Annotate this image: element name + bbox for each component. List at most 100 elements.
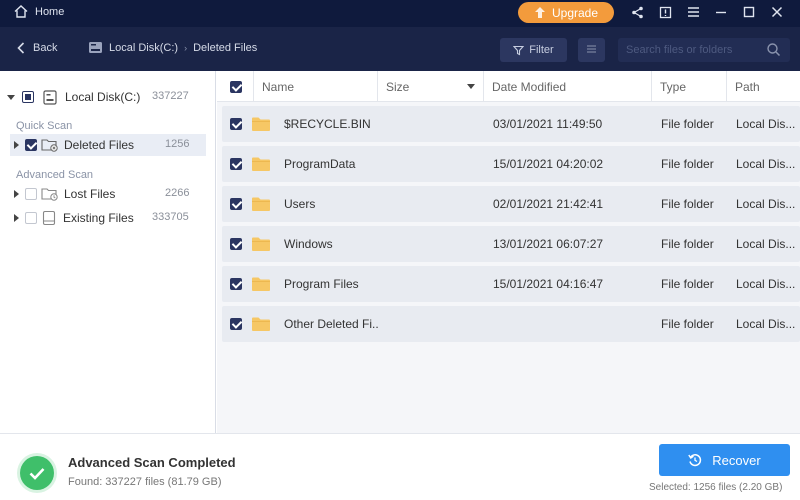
cell-size: [383, 106, 483, 142]
search-box: [618, 38, 790, 62]
row-checkbox[interactable]: [230, 278, 242, 290]
table-row[interactable]: ProgramData 15/01/2021 04:20:02 File folde…: [222, 146, 800, 182]
select-all-checkbox[interactable]: [230, 80, 242, 93]
share-icon[interactable]: [629, 4, 645, 20]
column-header-type[interactable]: Type: [652, 71, 727, 102]
menu-icon[interactable]: [685, 4, 701, 20]
cell-path: Local Dis...: [736, 117, 796, 131]
column-header-date[interactable]: Date Modified: [484, 71, 652, 102]
cell-name: $RECYCLE.BIN: [284, 117, 371, 131]
minimize-icon[interactable]: [713, 4, 729, 20]
cell-type: File folder: [661, 157, 714, 171]
back-arrow-icon: [17, 42, 25, 54]
advanced-scan-label: Advanced Scan: [16, 169, 94, 181]
table-row[interactable]: $RECYCLE.BIN 03/01/2021 11:49:50 File fold…: [222, 106, 800, 142]
row-checkbox[interactable]: [230, 118, 242, 130]
recover-button[interactable]: Recover: [659, 444, 790, 476]
folder-icon: [251, 146, 279, 182]
tree-item-existing-files[interactable]: Existing Files 333705: [10, 207, 206, 229]
cell-name: Other Deleted Fi...: [284, 317, 379, 331]
close-icon[interactable]: [769, 4, 785, 20]
disk-icon: [43, 89, 57, 105]
row-checkbox[interactable]: [230, 158, 242, 170]
row-checkbox[interactable]: [230, 238, 242, 250]
cell-path: Local Dis...: [736, 317, 796, 331]
status-bar: Advanced Scan Completed Found: 337227 fi…: [0, 433, 800, 500]
breadcrumb-item-deleted[interactable]: Deleted Files: [193, 42, 257, 54]
lost-folder-icon: [41, 188, 58, 201]
cell-date-modified: 15/01/2021 04:16:47: [493, 277, 604, 291]
breadcrumb: Local Disk(C:) › Deleted Files: [88, 40, 257, 55]
checkbox[interactable]: [25, 139, 37, 151]
item-count: 2266: [165, 187, 190, 199]
feedback-icon[interactable]: [657, 4, 673, 20]
checkbox[interactable]: [25, 212, 37, 224]
cell-path: Local Dis...: [736, 237, 796, 251]
expand-icon[interactable]: [7, 94, 15, 100]
search-icon[interactable]: [766, 42, 781, 57]
checkbox[interactable]: [22, 91, 34, 103]
expand-icon[interactable]: [14, 141, 19, 149]
tree-label: Lost Files: [64, 187, 116, 201]
cell-size: [383, 146, 483, 182]
table-row[interactable]: Program Files 15/01/2021 04:16:47 File fol…: [222, 266, 800, 302]
maximize-icon[interactable]: [741, 4, 757, 20]
cell-type: File folder: [661, 117, 714, 131]
folder-icon: [251, 186, 279, 222]
upgrade-label: Upgrade: [551, 5, 599, 20]
checkbox[interactable]: [25, 188, 37, 200]
cell-size: [383, 226, 483, 262]
row-checkbox[interactable]: [230, 198, 242, 210]
folder-icon: [251, 106, 279, 142]
cell-name: Program Files: [284, 277, 359, 291]
table-row[interactable]: Windows 13/01/2021 06:07:27 File folder Loc…: [222, 226, 800, 262]
cell-type: File folder: [661, 277, 714, 291]
filter-label: Filter: [529, 44, 554, 56]
column-header-path[interactable]: Path: [727, 71, 800, 102]
home-button[interactable]: Home: [14, 5, 64, 18]
tree-label: Deleted Files: [64, 138, 135, 152]
column-header-name[interactable]: Name: [254, 71, 378, 102]
tree-item-deleted-files[interactable]: Deleted Files 1256: [10, 134, 206, 156]
filter-button[interactable]: Filter: [500, 38, 567, 62]
cell-path: Local Dis...: [736, 157, 796, 171]
search-input[interactable]: [626, 41, 766, 59]
cell-path: Local Dis...: [736, 197, 796, 211]
deleted-folder-icon: [41, 139, 58, 152]
table-header: Name Size Date Modified Type Path: [217, 71, 800, 102]
cell-name: Users: [284, 197, 316, 211]
tree-item-lost-files[interactable]: Lost Files 2266: [10, 183, 206, 205]
breadcrumb-item-disk[interactable]: Local Disk(C:): [109, 42, 178, 54]
sort-desc-icon: [467, 84, 475, 89]
cell-date-modified: 15/01/2021 04:20:02: [493, 157, 604, 171]
row-checkbox[interactable]: [230, 318, 242, 330]
expand-icon[interactable]: [14, 190, 19, 198]
scan-status-title: Advanced Scan Completed: [68, 455, 236, 470]
back-button[interactable]: Back: [17, 42, 57, 54]
cell-date-modified: [493, 306, 653, 342]
expand-icon[interactable]: [14, 214, 19, 222]
breadcrumb-separator-icon: ›: [184, 42, 188, 53]
success-check-icon: [20, 456, 54, 490]
home-icon: [14, 5, 28, 18]
tree-label: Local Disk(C:): [65, 90, 141, 104]
cell-date-modified: 03/01/2021 11:49:50: [493, 117, 603, 131]
location-tree: Local Disk(C:) 337227 Quick Scan Deleted…: [0, 71, 216, 433]
cell-type: File folder: [661, 237, 714, 251]
upgrade-button[interactable]: Upgrade: [518, 2, 614, 23]
table-row[interactable]: Other Deleted Fi... File folder Local Dis.…: [222, 306, 800, 342]
tree-label: Existing Files: [63, 211, 134, 225]
nav-bar: Back Local Disk(C:) › Deleted Files Filt…: [0, 27, 800, 71]
cell-path: Local Dis...: [736, 277, 796, 291]
item-count: 337227: [152, 90, 189, 102]
table-row[interactable]: Users 02/01/2021 21:42:41 File folder Local…: [222, 186, 800, 222]
item-count: 333705: [152, 211, 189, 223]
disk-icon: [89, 42, 102, 53]
file-table: Name Size Date Modified Type Path $RECYC…: [217, 71, 800, 433]
column-header-size[interactable]: Size: [378, 71, 484, 102]
tree-item-local-disk[interactable]: Local Disk(C:) 337227: [0, 86, 216, 108]
select-all-cell: [217, 71, 254, 102]
filter-icon: [513, 45, 525, 55]
view-toggle-button[interactable]: [578, 38, 605, 62]
title-bar: Home Upgrade: [0, 0, 800, 27]
